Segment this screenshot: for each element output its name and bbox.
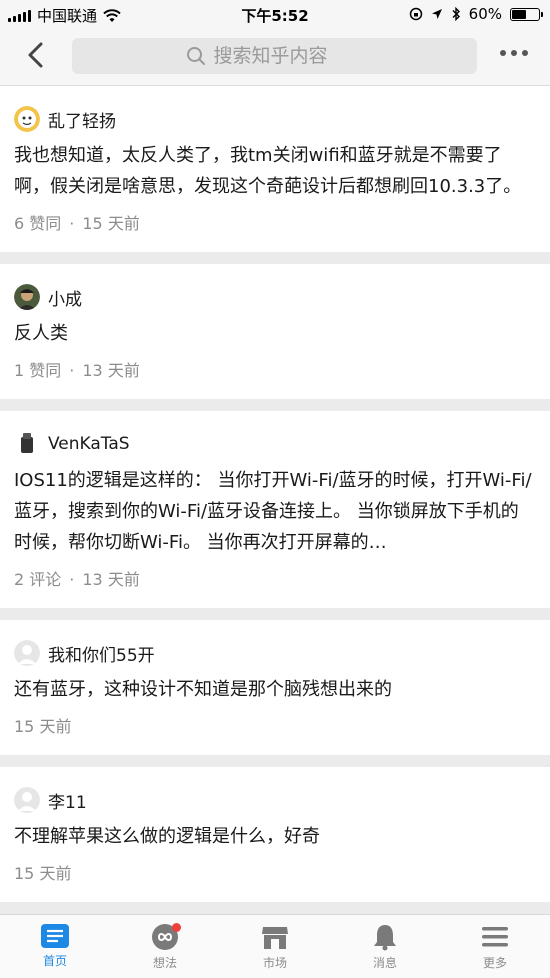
comment-author[interactable]: 乱了轻扬 (48, 107, 116, 132)
comment-content: 反人类 (14, 323, 68, 344)
comment-header: 李11 (14, 767, 536, 813)
bottom-tab-bar: 首页 想法 市场 消息 更多 (0, 914, 550, 978)
comment-card[interactable]: 李11 不理解苹果这么做的逻辑是什么，好奇 15 天前 (0, 767, 550, 902)
comment-time: 15 天前 (82, 214, 140, 233)
tab-messages[interactable]: 消息 (330, 915, 440, 978)
tab-label: 市场 (262, 956, 287, 970)
tab-label: 更多 (482, 956, 507, 970)
tab-home[interactable]: 首页 (0, 915, 110, 978)
tab-market[interactable]: 市场 (220, 915, 330, 978)
menu-icon (482, 927, 508, 947)
bell-icon (374, 925, 396, 951)
comment-header: VenKaTaS (14, 411, 536, 457)
separator-dot: · (69, 570, 75, 589)
comment-time: 13 天前 (82, 361, 140, 380)
bluetooth-icon (452, 7, 460, 21)
dot-icon (500, 50, 506, 56)
location-icon (431, 9, 442, 19)
comment-stat: 1 赞同 (14, 361, 62, 380)
status-right: 60% (409, 5, 543, 23)
avatar[interactable] (14, 284, 40, 310)
search-icon (186, 47, 205, 65)
comment-author[interactable]: 我和你们55开 (48, 641, 155, 666)
comment-header: 我和你们55开 (14, 620, 536, 666)
dot-icon (511, 50, 517, 56)
avatar[interactable] (14, 787, 40, 813)
comment-card[interactable]: VenKaTaS IOS11的逻辑是这样的： 当你打开Wi-Fi/蓝牙的时候，打… (0, 411, 550, 608)
comment-header: 小成 (14, 264, 536, 310)
comment-time: 13 天前 (82, 570, 140, 589)
comment-meta: 1 赞同 · 13 天前 (14, 357, 536, 399)
comment-content: 不理解苹果这么做的逻辑是什么，好奇 (14, 826, 320, 847)
avatar[interactable] (14, 106, 40, 132)
back-button[interactable] (22, 40, 52, 70)
status-bar: 中国联通 下午5:52 60% (0, 0, 550, 28)
comment-content: 还有蓝牙，这种设计不知道是那个脑残想出来的 (14, 679, 392, 700)
comment-time: 15 天前 (14, 717, 72, 736)
comment-content: 我也想知道，太反人类了，我tm关闭wifi和蓝牙就是不需要了啊，假关闭是啥意思，… (14, 145, 522, 197)
tab-label: 消息 (372, 956, 397, 970)
notification-badge (172, 923, 181, 932)
comment-meta: 2 评论 · 13 天前 (14, 566, 536, 608)
home-icon (41, 924, 69, 948)
comment-meta: 6 赞同 · 15 天前 (14, 210, 536, 252)
separator-dot: · (69, 361, 75, 380)
search-bar[interactable] (72, 38, 477, 74)
avatar[interactable] (14, 640, 40, 666)
comment-author[interactable]: 小成 (48, 285, 82, 310)
comment-stat: 6 赞同 (14, 214, 62, 233)
tab-more[interactable]: 更多 (440, 915, 550, 978)
market-icon (262, 927, 288, 949)
comment-meta: 15 天前 (14, 713, 536, 755)
more-options-button[interactable] (500, 50, 528, 56)
comment-stat: 2 评论 (14, 570, 62, 589)
separator-dot: · (69, 214, 75, 233)
avatar[interactable] (14, 431, 40, 457)
comment-card[interactable]: 我和你们55开 还有蓝牙，这种设计不知道是那个脑残想出来的 15 天前 (0, 620, 550, 755)
chevron-left-icon (28, 42, 43, 68)
comment-content: IOS11的逻辑是这样的： 当你打开Wi-Fi/蓝牙的时候，打开Wi-Fi/蓝牙… (14, 470, 532, 553)
comment-meta: 15 天前 (14, 860, 536, 902)
battery-percent: 60% (468, 5, 502, 23)
comment-list: 乱了轻扬 我也想知道，太反人类了，我tm关闭wifi和蓝牙就是不需要了啊，假关闭… (0, 86, 550, 914)
comment-time: 15 天前 (14, 864, 72, 883)
dot-icon (522, 50, 528, 56)
tab-ideas[interactable]: 想法 (110, 915, 220, 978)
comment-card[interactable]: 乱了轻扬 我也想知道，太反人类了，我tm关闭wifi和蓝牙就是不需要了啊，假关闭… (0, 86, 550, 252)
battery-icon (510, 7, 543, 21)
tab-label: 想法 (152, 956, 177, 970)
comment-author[interactable]: 李11 (48, 788, 87, 813)
tab-label: 首页 (42, 954, 67, 968)
comment-author[interactable]: VenKaTaS (48, 434, 130, 454)
nav-bar (0, 28, 550, 86)
search-input[interactable] (213, 45, 364, 67)
rotation-lock-icon (409, 7, 422, 21)
comment-card[interactable]: 小成 反人类 1 赞同 · 13 天前 (0, 264, 550, 399)
comment-header: 乱了轻扬 (14, 86, 536, 132)
